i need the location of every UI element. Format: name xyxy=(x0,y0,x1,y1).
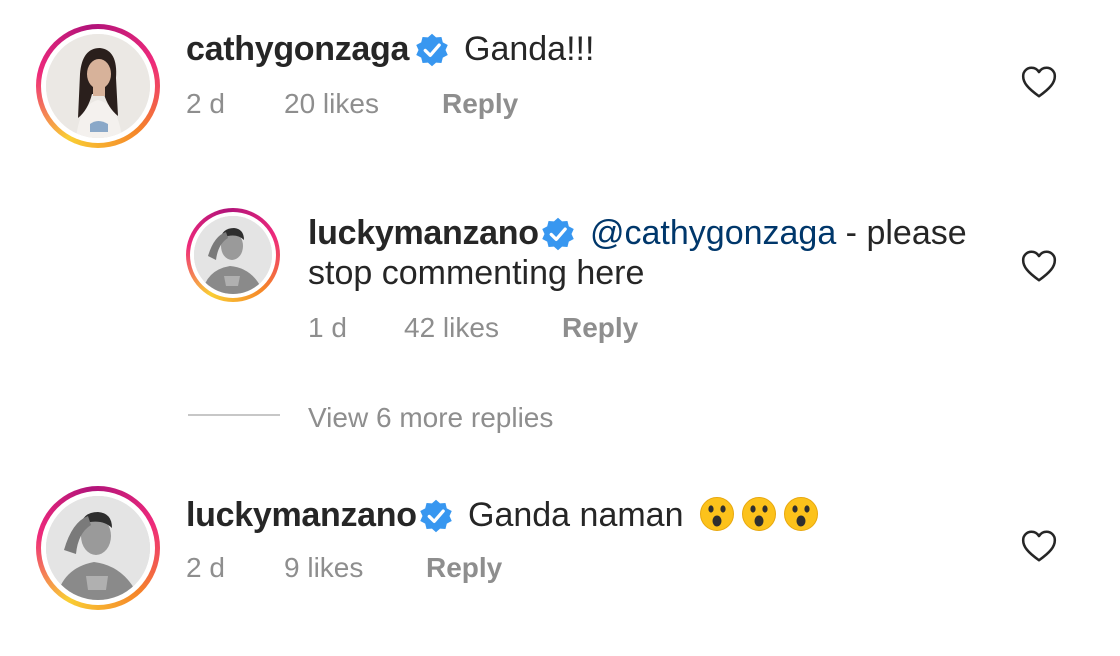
mention-link[interactable]: @cathygonzaga xyxy=(590,214,836,252)
comment-username[interactable]: cathygonzaga xyxy=(186,30,409,69)
like-heart-icon[interactable] xyxy=(1020,248,1058,284)
comment-text-body: Ganda naman xyxy=(468,496,684,534)
comment-text-line-2: stop commenting here xyxy=(308,254,645,292)
avatar-cathygonzaga[interactable] xyxy=(36,24,160,148)
comments-panel: cathygonzaga Ganda!!! 2 d 20 likes Reply… xyxy=(0,0,1120,656)
comment-text: Ganda!!! xyxy=(464,30,595,68)
replies-divider xyxy=(188,414,280,416)
comment-time: 1 d xyxy=(308,312,347,343)
verified-badge-icon xyxy=(416,33,448,67)
reply-button[interactable]: Reply xyxy=(426,552,502,584)
reply-button[interactable]: Reply xyxy=(562,312,638,344)
comment-username[interactable]: luckymanzano xyxy=(308,214,539,253)
view-more-replies-button[interactable]: View 6 more replies xyxy=(308,402,553,434)
comment-time: 2 d xyxy=(186,88,225,119)
like-heart-icon[interactable] xyxy=(1020,64,1058,100)
astonished-face-emoji-icon xyxy=(783,497,818,531)
astonished-face-emoji-icon xyxy=(699,497,734,531)
comment-text-continued: - please xyxy=(836,214,967,252)
like-heart-icon[interactable] xyxy=(1020,528,1058,564)
astonished-face-emoji-icon xyxy=(741,497,776,531)
profile-photo xyxy=(46,496,150,600)
comment-likes-count[interactable]: 9 likes xyxy=(284,552,363,584)
avatar-luckymanzano[interactable] xyxy=(186,208,280,302)
comment-likes-count[interactable]: 20 likes xyxy=(284,88,379,120)
verified-badge-icon xyxy=(542,217,574,251)
comment-username[interactable]: luckymanzano xyxy=(186,496,417,535)
comment-text-line-1: @cathygonzaga - please xyxy=(590,214,967,253)
verified-badge-icon xyxy=(420,499,452,533)
comment-likes-count[interactable]: 42 likes xyxy=(404,312,499,344)
avatar-luckymanzano[interactable] xyxy=(36,486,160,610)
profile-photo xyxy=(46,34,150,138)
reply-button[interactable]: Reply xyxy=(442,88,518,120)
profile-photo xyxy=(194,216,272,294)
comment-time: 2 d xyxy=(186,552,225,583)
comment-text: Ganda naman xyxy=(468,496,825,535)
